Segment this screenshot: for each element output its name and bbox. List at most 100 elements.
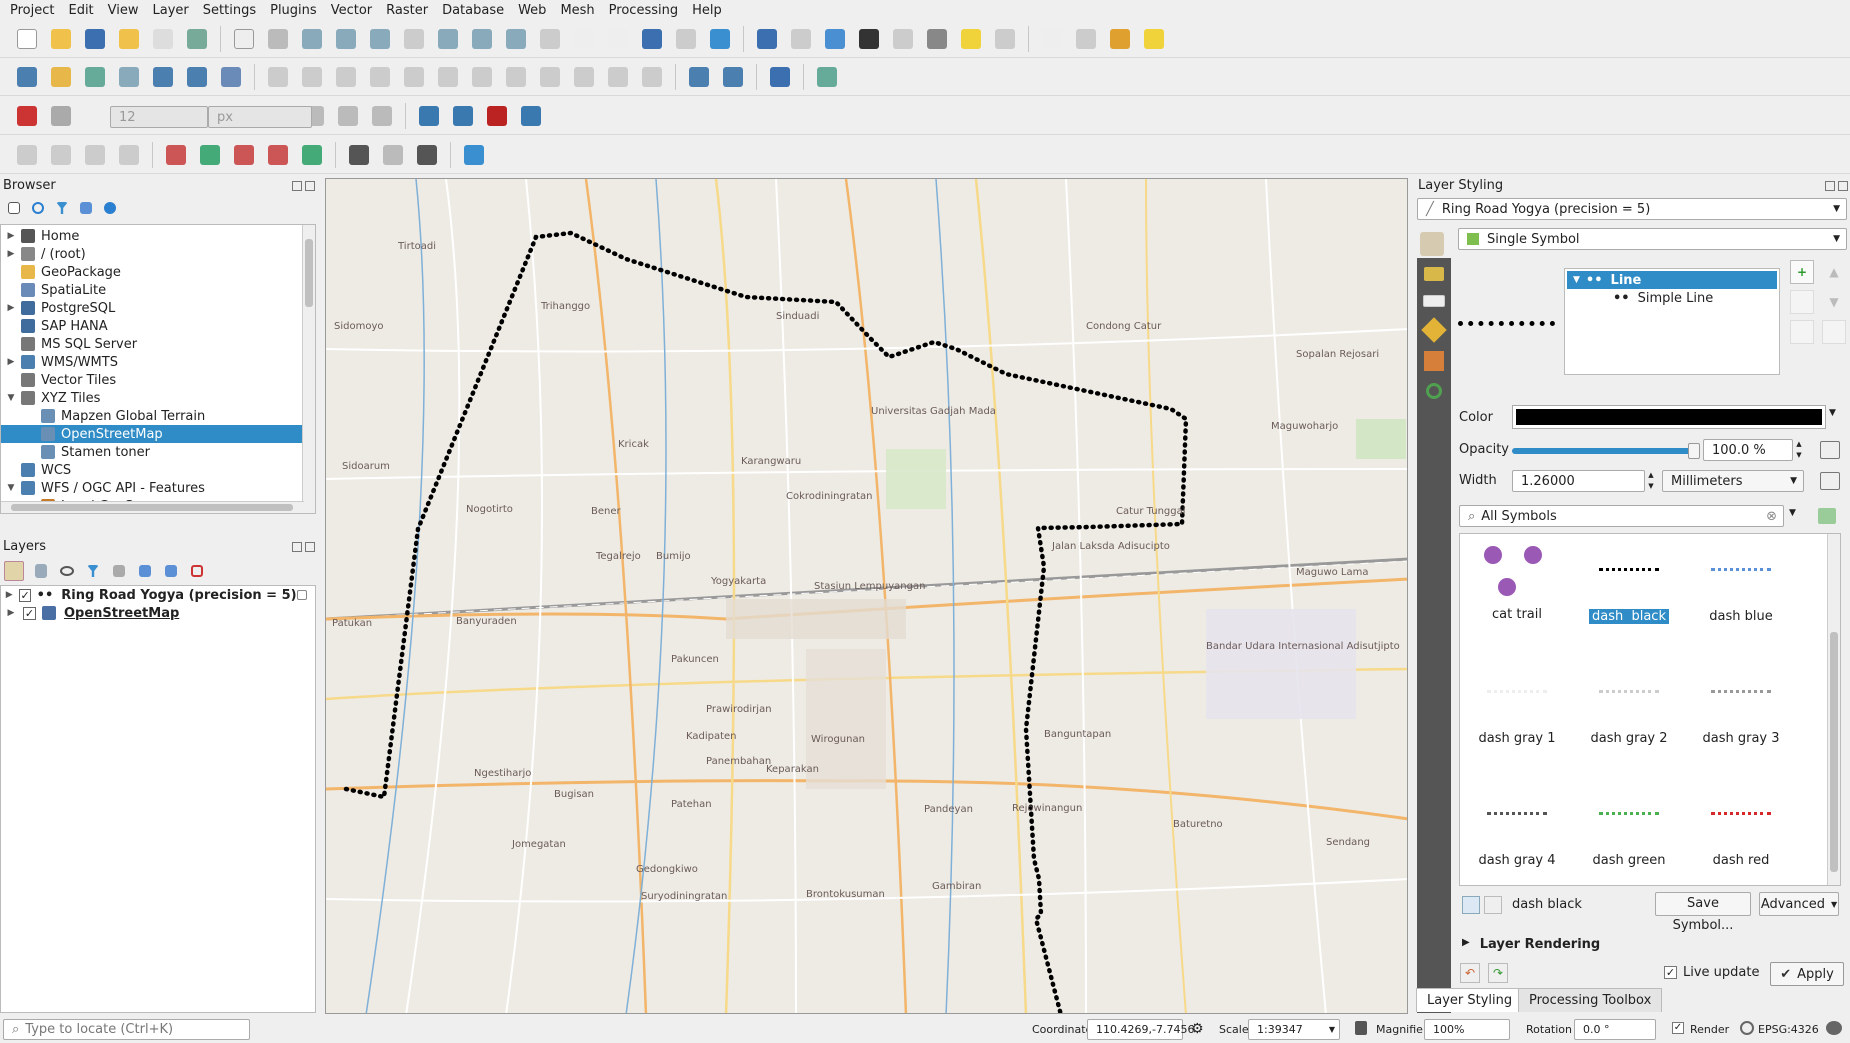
symbol-item[interactable]: dash red [1686, 786, 1796, 868]
icon-view-icon[interactable] [1462, 896, 1480, 914]
close-icon[interactable] [305, 181, 315, 191]
zoom-next-icon[interactable] [535, 24, 565, 54]
spinbox-arrows-icon[interactable]: ▲ ▼ [1793, 439, 1805, 461]
select-location-icon[interactable] [161, 140, 191, 170]
sigma-join-icon[interactable] [516, 101, 546, 131]
symbol-item[interactable]: dash gray 1 [1462, 664, 1572, 746]
collapse-arrow-icon[interactable]: ▼ [5, 483, 17, 493]
browser-item-vector-tiles[interactable]: Vector Tiles [1, 371, 315, 389]
browser-dock-buttons[interactable] [292, 181, 315, 191]
snapping-layer-icon[interactable] [46, 101, 76, 131]
wkt-icon[interactable] [482, 101, 512, 131]
lock-scale-icon[interactable] [1355, 1021, 1367, 1035]
renderer-select[interactable]: Single Symbol ▼ [1458, 228, 1847, 250]
select-features-icon[interactable] [1037, 24, 1067, 54]
remove-symbol-layer-icon[interactable] [1790, 290, 1814, 314]
float-icon[interactable] [1825, 181, 1835, 191]
symbol-simple-line[interactable]: •• Simple Line [1567, 289, 1777, 307]
snapping-magnet-icon[interactable] [12, 101, 42, 131]
zoom-last-icon[interactable] [501, 24, 531, 54]
menu-view[interactable]: View [102, 3, 147, 18]
chevron-down-icon[interactable]: ▼ [1789, 508, 1796, 518]
add-feature-icon[interactable] [365, 62, 395, 92]
collapse-arrow-icon[interactable]: ▼ [5, 393, 17, 403]
menu-raster[interactable]: Raster [380, 3, 436, 18]
save-symbol-button[interactable]: Save Symbol... [1655, 892, 1751, 933]
temporal-icon[interactable] [637, 24, 667, 54]
undo-icon[interactable]: ↶ [1460, 963, 1480, 983]
deselect-icon[interactable] [1105, 24, 1135, 54]
add-symbol-layer-icon[interactable]: + [1790, 260, 1814, 284]
3d-view-icon[interactable] [1421, 317, 1447, 343]
data-defined-override-icon[interactable] [1820, 472, 1840, 490]
zoom-to-layer-icon[interactable] [433, 24, 463, 54]
redo-icon[interactable] [637, 62, 667, 92]
opacity-slider-handle[interactable] [1688, 443, 1700, 459]
reload-icon[interactable] [448, 101, 478, 131]
pan-to-selection-icon[interactable] [263, 24, 293, 54]
zoom-native-icon[interactable] [467, 24, 497, 54]
add-group-icon[interactable] [32, 561, 50, 581]
undo-icon[interactable] [603, 62, 633, 92]
open-table-icon[interactable] [888, 24, 918, 54]
statistics-sigma-icon[interactable] [854, 24, 884, 54]
new-project-icon[interactable] [12, 24, 42, 54]
python-plugin-icon[interactable] [812, 62, 842, 92]
remove-layer-icon[interactable] [188, 561, 206, 581]
collapse-all-icon[interactable] [78, 200, 94, 216]
browser-item-postgresql[interactable]: ▶ PostgreSQL [1, 299, 315, 317]
select-by-value-icon[interactable] [1071, 24, 1101, 54]
add-layer-globe-icon[interactable] [684, 62, 714, 92]
expand-arrow-icon[interactable]: ▶ [5, 357, 17, 367]
opacity-input[interactable]: 100.0 % [1703, 439, 1793, 461]
browser-item-geopackage[interactable]: GeoPackage [1, 263, 315, 281]
history-icon[interactable] [1426, 383, 1442, 399]
labels-icon[interactable] [1424, 267, 1444, 281]
copy-icon[interactable] [535, 62, 565, 92]
move-down-icon[interactable]: ▼ [1822, 290, 1846, 314]
zoom-out-icon[interactable] [331, 24, 361, 54]
print-layout-icon[interactable] [148, 24, 178, 54]
modify-attributes-icon[interactable] [433, 62, 463, 92]
diagrams-icon[interactable] [1424, 351, 1444, 371]
browser-hscrollbar[interactable] [1, 501, 304, 513]
zoom-feature-icon[interactable] [263, 140, 293, 170]
temporal-controller-icon[interactable] [671, 24, 701, 54]
menu-settings[interactable]: Settings [197, 3, 264, 18]
symbol-item[interactable]: dash gray 3 [1686, 664, 1796, 746]
attribute-table-icon[interactable] [786, 24, 816, 54]
symbol-item[interactable]: dash gray 2 [1574, 664, 1684, 746]
opacity-slider[interactable] [1512, 443, 1700, 459]
delete-selected-icon[interactable] [467, 62, 497, 92]
rectangle-select-icon[interactable] [297, 140, 327, 170]
browser-item-mapzen-global-terrain[interactable]: Mapzen Global Terrain [1, 407, 315, 425]
properties-icon[interactable] [102, 200, 118, 216]
menu-vector[interactable]: Vector [325, 3, 380, 18]
advanced-button[interactable]: Advanced ▼ [1759, 892, 1839, 916]
style-manager-icon[interactable] [182, 24, 212, 54]
processing-gear-icon[interactable] [820, 24, 850, 54]
menu-web[interactable]: Web [512, 3, 554, 18]
edit-pencil-icon[interactable] [263, 62, 293, 92]
visibility-icon[interactable] [58, 561, 76, 581]
toggle-editing-icon[interactable] [297, 62, 327, 92]
duplicate-symbol-layer-icon[interactable] [1790, 320, 1814, 344]
menu-project[interactable]: Project [4, 3, 62, 18]
wrench-icon[interactable] [412, 140, 442, 170]
expand-all-icon[interactable] [136, 561, 154, 581]
symbol-scrollbar[interactable] [1827, 534, 1840, 885]
layer-indicator-icon[interactable] [296, 590, 307, 600]
save-project-icon[interactable] [80, 24, 110, 54]
new-scratch-layer-icon[interactable] [114, 62, 144, 92]
zoom-in-icon[interactable] [297, 24, 327, 54]
zoom-in-search-icon[interactable] [229, 140, 259, 170]
python-console-icon[interactable] [414, 101, 444, 131]
offset-curve-icon[interactable] [114, 140, 144, 170]
show-bookmarks-icon[interactable] [603, 24, 633, 54]
map-canvas[interactable]: Tirtoadi Sidomoyo Trihanggo Sinduadi Condong… [325, 178, 1408, 1014]
styling-dock-buttons[interactable] [1825, 181, 1848, 191]
filter-icon[interactable] [54, 200, 70, 216]
layer-visibility-checkbox[interactable]: ✓ [23, 606, 36, 620]
menu-help[interactable]: Help [686, 3, 730, 18]
browser-item-home[interactable]: ▶ Home [1, 227, 315, 245]
